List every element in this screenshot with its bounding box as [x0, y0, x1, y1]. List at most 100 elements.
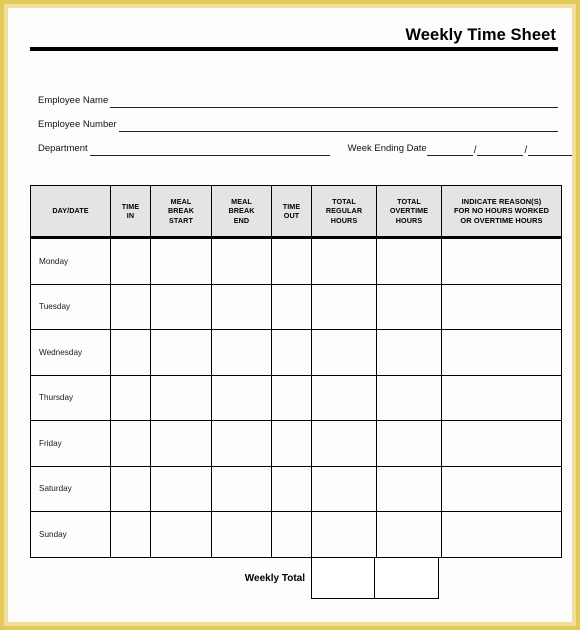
cell-total-overtime-hours[interactable] — [376, 329, 442, 376]
cell-reason[interactable] — [441, 237, 562, 285]
header-line: TIME — [282, 201, 301, 211]
table-row: Tuesday — [30, 283, 562, 330]
cell-reason[interactable] — [441, 329, 562, 376]
header-line: DAY/DATE — [52, 206, 89, 216]
cell-time-in[interactable] — [110, 329, 151, 376]
week-ending-date-group: / / — [426, 143, 572, 156]
table-row: Saturday — [30, 465, 562, 512]
cell-time-in[interactable] — [110, 465, 151, 512]
cell-meal-break-start[interactable] — [150, 420, 212, 467]
cell-meal-break-end[interactable] — [211, 420, 272, 467]
column-header-total-overtime-hours: TOTAL OVERTIME HOURS — [376, 185, 442, 239]
timesheet-document: Weekly Time Sheet Employee Name Employee… — [8, 8, 572, 622]
header-line: END — [233, 215, 250, 225]
cell-reason[interactable] — [441, 420, 562, 467]
table-row: Friday — [30, 420, 562, 467]
cell-total-overtime-hours[interactable] — [376, 237, 442, 285]
cell-time-out[interactable] — [271, 374, 312, 421]
page-frame-inner: Weekly Time Sheet Employee Name Employee… — [4, 4, 576, 626]
table-header-row: DAY/DATE TIME IN MEAL BREAK START MEAL B… — [30, 185, 562, 239]
day-label-cell: Thursday — [30, 374, 111, 421]
page-frame: Weekly Time Sheet Employee Name Employee… — [0, 0, 580, 630]
header-line: TOTAL — [397, 196, 421, 206]
cell-meal-break-start[interactable] — [150, 237, 212, 285]
cell-meal-break-end[interactable] — [211, 511, 272, 558]
cell-total-overtime-hours[interactable] — [376, 465, 442, 512]
cell-time-in[interactable] — [110, 283, 151, 330]
cell-meal-break-end[interactable] — [211, 237, 272, 285]
cell-time-out[interactable] — [271, 420, 312, 467]
cell-reason[interactable] — [441, 465, 562, 512]
table-row: Thursday — [30, 374, 562, 421]
cell-meal-break-start[interactable] — [150, 329, 212, 376]
table-row: Sunday — [30, 511, 562, 558]
employee-number-row: Employee Number — [38, 108, 558, 132]
day-label-cell: Wednesday — [30, 329, 111, 376]
title-block: Weekly Time Sheet — [30, 26, 558, 52]
page-title: Weekly Time Sheet — [405, 26, 556, 44]
column-header-meal-break-start: MEAL BREAK START — [150, 185, 212, 239]
header-line: HOURS — [330, 215, 358, 225]
header-line: BREAK — [167, 206, 195, 216]
cell-reason[interactable] — [441, 283, 562, 330]
cell-total-regular-hours[interactable] — [311, 237, 377, 285]
department-label: Department — [38, 143, 88, 154]
cell-meal-break-start[interactable] — [150, 374, 212, 421]
employee-number-label: Employee Number — [38, 119, 117, 130]
cell-total-regular-hours[interactable] — [311, 329, 377, 376]
week-ending-day-input[interactable] — [477, 143, 524, 156]
cell-meal-break-start[interactable] — [150, 511, 212, 558]
cell-meal-break-start[interactable] — [150, 465, 212, 512]
day-label-cell: Sunday — [30, 511, 111, 558]
cell-total-regular-hours[interactable] — [311, 465, 377, 512]
cell-total-overtime-hours[interactable] — [376, 374, 442, 421]
cell-total-regular-hours[interactable] — [311, 283, 377, 330]
column-header-time-out: TIME OUT — [271, 185, 312, 239]
cell-time-in[interactable] — [110, 511, 151, 558]
cell-time-in[interactable] — [110, 374, 151, 421]
employee-number-input[interactable] — [118, 119, 558, 132]
cell-reason[interactable] — [441, 511, 562, 558]
day-label-cell: Monday — [30, 237, 111, 285]
cell-reason[interactable] — [441, 374, 562, 421]
week-ending-year-input[interactable] — [528, 143, 572, 156]
header-line: IN — [126, 211, 135, 220]
cell-total-overtime-hours[interactable] — [376, 420, 442, 467]
cell-time-out[interactable] — [271, 237, 312, 285]
department-week-row: Department Week Ending Date / / — [38, 132, 572, 156]
weekly-total-overtime-input[interactable] — [375, 557, 439, 599]
cell-meal-break-end[interactable] — [211, 465, 272, 512]
header-line: REGULAR — [325, 206, 363, 216]
department-input[interactable] — [89, 143, 330, 156]
cell-total-regular-hours[interactable] — [311, 374, 377, 421]
cell-meal-break-end[interactable] — [211, 374, 272, 421]
cell-total-overtime-hours[interactable] — [376, 283, 442, 330]
cell-meal-break-start[interactable] — [150, 283, 212, 330]
employee-name-input[interactable] — [110, 95, 558, 108]
cell-time-out[interactable] — [271, 465, 312, 512]
header-line: TOTAL — [332, 196, 356, 206]
cell-time-out[interactable] — [271, 511, 312, 558]
cell-total-regular-hours[interactable] — [311, 420, 377, 467]
cell-meal-break-end[interactable] — [211, 283, 272, 330]
timesheet-table: DAY/DATE TIME IN MEAL BREAK START MEAL B… — [30, 185, 562, 558]
weekly-total-regular-input[interactable] — [311, 557, 375, 599]
cell-time-out[interactable] — [271, 329, 312, 376]
header-line: OR OVERTIME HOURS — [460, 215, 543, 225]
cell-time-in[interactable] — [110, 237, 151, 285]
week-ending-month-input[interactable] — [426, 143, 473, 156]
cell-total-regular-hours[interactable] — [311, 511, 377, 558]
day-label-cell: Tuesday — [30, 283, 111, 330]
header-line: MEAL — [231, 196, 252, 206]
table-body: Monday Tuesday Wednesday Thursday Friday Satu… — [30, 237, 562, 558]
cell-time-out[interactable] — [271, 283, 312, 330]
week-ending-date-label: Week Ending Date — [347, 143, 427, 154]
header-line: BREAK — [228, 206, 255, 216]
header-line: START — [169, 215, 193, 225]
cell-time-in[interactable] — [110, 420, 151, 467]
cell-total-overtime-hours[interactable] — [376, 511, 442, 558]
header-line: OUT — [283, 211, 300, 220]
column-header-meal-break-end: MEAL BREAK END — [211, 185, 272, 239]
employee-fields: Employee Name Employee Number Department… — [38, 84, 572, 156]
cell-meal-break-end[interactable] — [211, 329, 272, 376]
